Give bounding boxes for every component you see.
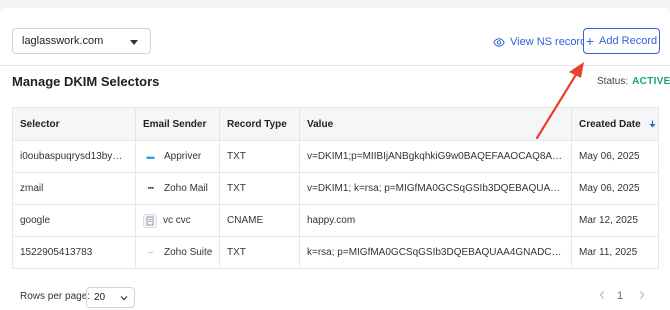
cell-record-type: TXT	[219, 172, 300, 205]
dkim-selectors-table: Selector Email Sender Record Type Value …	[12, 107, 659, 269]
zoho-logo-icon: ▪▪▪	[147, 185, 154, 192]
sender-name: vc cvc	[163, 215, 191, 226]
view-ns-record-link[interactable]: View NS record	[493, 34, 586, 50]
cell-record-type: TXT	[219, 236, 300, 269]
sender-name: Zoho Suite	[164, 247, 212, 258]
table-row[interactable]: i0oubaspuqrysd13by… ▬ Appriver TXT v=DKIM…	[12, 140, 659, 173]
rows-per-page-value: 20	[94, 292, 106, 303]
cell-record-type: CNAME	[219, 204, 300, 237]
chevron-down-icon	[120, 296, 128, 301]
cell-record-type: TXT	[219, 140, 300, 173]
add-record-button[interactable]: + Add Record	[583, 28, 660, 54]
next-page-icon[interactable]	[638, 290, 646, 300]
table-row[interactable]: zmail ▪▪▪ Zoho Mail TXT v=DKIM1; k=rsa; p…	[12, 172, 659, 205]
sender-name: Zoho Mail	[164, 183, 208, 194]
column-header-value[interactable]: Value	[299, 107, 572, 141]
table-header-row: Selector Email Sender Record Type Value …	[12, 107, 659, 141]
column-header-created-date[interactable]: Created Date	[571, 107, 659, 141]
cell-email-sender: — Zoho Suite	[135, 236, 220, 269]
sort-descending-icon[interactable]	[649, 120, 656, 128]
column-header-email-sender[interactable]: Email Sender	[135, 107, 220, 141]
cell-email-sender: vc cvc	[135, 204, 220, 237]
cell-created-date: Mar 12, 2025	[571, 204, 659, 237]
column-header-record-type[interactable]: Record Type	[219, 107, 300, 141]
table-row[interactable]: 1522905413783 — Zoho Suite TXT k=rsa; p=M…	[12, 236, 659, 269]
created-date-header-label: Created Date	[579, 118, 641, 130]
plus-icon: +	[585, 32, 595, 49]
cell-created-date: May 06, 2025	[571, 140, 659, 173]
cell-value: k=rsa; p=MIGfMA0GCSqGSIb3DQEBAQUAA4GNADC…	[299, 236, 572, 269]
status-indicator: Status: ACTIVE	[597, 76, 670, 87]
page-title: Manage DKIM Selectors	[12, 74, 160, 89]
cell-selector: google	[12, 204, 136, 237]
cell-selector: zmail	[12, 172, 136, 205]
cell-created-date: May 06, 2025	[571, 172, 659, 205]
column-header-selector[interactable]: Selector	[12, 107, 136, 141]
document-icon	[143, 213, 157, 228]
cell-created-date: Mar 11, 2025	[571, 236, 659, 269]
cell-value: v=DKIM1;p=MIIBIjANBgkqhkiG9w0BAQEFAAOCAQ…	[299, 140, 572, 173]
current-page-number[interactable]: 1	[617, 290, 623, 302]
pagination-bar: Rows per page: 20 1	[0, 277, 670, 310]
sender-name: Appriver	[164, 151, 202, 162]
cell-selector: 1522905413783	[12, 236, 136, 269]
status-label: Status:	[597, 76, 629, 87]
add-record-label: Add Record	[599, 35, 658, 47]
previous-page-icon[interactable]	[598, 290, 606, 300]
table-row[interactable]: google vc cvc CNAME happy.com Mar 12, 20…	[12, 204, 659, 237]
eye-icon	[493, 37, 505, 47]
cell-email-sender: ▪▪▪ Zoho Mail	[135, 172, 220, 205]
cell-email-sender: ▬ Appriver	[135, 140, 220, 173]
cell-selector: i0oubaspuqrysd13by…	[12, 140, 136, 173]
cell-value: v=DKIM1; k=rsa; p=MIGfMA0GCSqGSIb3DQEBAQ…	[299, 172, 572, 205]
dkim-card: laglasswork.com View NS record + Add Rec…	[0, 8, 670, 310]
rows-per-page-select[interactable]: 20	[86, 287, 135, 308]
cell-value: happy.com	[299, 204, 572, 237]
zoho-suite-logo-icon: —	[147, 249, 154, 256]
domain-select[interactable]: laglasswork.com	[12, 28, 151, 54]
domain-select-value: laglasswork.com	[22, 35, 104, 47]
rows-per-page-label: Rows per page:	[20, 291, 91, 302]
toolbar: laglasswork.com View NS record + Add Rec…	[0, 8, 670, 66]
appriver-logo-icon: ▬	[146, 152, 155, 161]
caret-down-icon	[130, 40, 138, 45]
view-ns-record-label: View NS record	[510, 36, 587, 48]
status-badge: ACTIVE	[632, 76, 670, 87]
